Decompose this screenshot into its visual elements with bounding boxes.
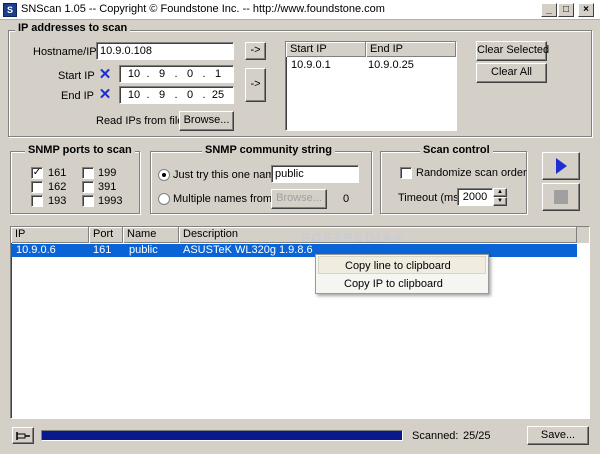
- close-button[interactable]: ×: [578, 3, 594, 17]
- port-162-checkbox[interactable]: [31, 181, 43, 193]
- header-filler: [577, 227, 589, 243]
- community-input[interactable]: public: [271, 165, 359, 183]
- start-ip-label: Start IP: [58, 70, 95, 82]
- end-ip-input[interactable]: 10. 9. 0. 25: [119, 86, 234, 104]
- clear-start-ip-icon[interactable]: ✕: [98, 67, 112, 82]
- browse-ips-button[interactable]: Browse...: [179, 111, 234, 131]
- port-161-label: 161: [48, 167, 67, 179]
- port-1993-checkbox[interactable]: [82, 195, 94, 207]
- watermark: SOFTPEDIA®: [301, 230, 405, 245]
- names-count: 0: [343, 193, 350, 205]
- start-ip-input[interactable]: 10. 9. 0. 1: [119, 65, 234, 83]
- col-start-ip[interactable]: Start IP: [286, 42, 366, 57]
- results-list[interactable]: IP Port Name Description 10.9.0.6 161 pu…: [10, 226, 590, 419]
- port-161-checkbox[interactable]: ✓: [31, 167, 43, 179]
- just-try-radio[interactable]: [158, 169, 170, 181]
- add-hostname-button[interactable]: ->: [245, 42, 266, 60]
- port-199-checkbox[interactable]: [82, 167, 94, 179]
- clear-end-ip-icon[interactable]: ✕: [98, 87, 112, 102]
- scanned-count: 25/25: [463, 430, 491, 442]
- port-193-label: 193: [48, 195, 67, 207]
- snmp-ports-title: SNMP ports to scan: [25, 144, 135, 156]
- pin-icon: [16, 432, 30, 440]
- stop-icon: [554, 190, 568, 204]
- just-try-label: Just try this one name: [173, 169, 281, 181]
- copy-ip-menu-item[interactable]: Copy IP to clipboard: [318, 275, 486, 293]
- stop-scan-button[interactable]: [542, 183, 580, 211]
- scan-control-title: Scan control: [420, 144, 493, 156]
- col-name[interactable]: Name: [123, 227, 179, 243]
- pin-button[interactable]: [12, 427, 34, 444]
- ip-group-title: IP addresses to scan: [15, 22, 131, 34]
- randomize-checkbox[interactable]: [400, 167, 412, 179]
- port-391-label: 391: [98, 181, 117, 193]
- progress-fill: [42, 431, 402, 440]
- table-row[interactable]: 10.9.0.6 161 public ASUSTeK WL320g 1.9.8…: [11, 244, 577, 257]
- port-1993-label: 1993: [98, 195, 123, 207]
- scan-progress-bar: [41, 430, 403, 441]
- port-391-checkbox[interactable]: [82, 181, 94, 193]
- copy-line-menu-item[interactable]: Copy line to clipboard: [318, 256, 486, 274]
- list-item[interactable]: 10.9.0.1 10.9.0.25: [286, 58, 456, 72]
- col-ip[interactable]: IP: [11, 227, 89, 243]
- hostname-input[interactable]: 10.9.0.108: [96, 42, 234, 60]
- hostname-label: Hostname/IP: [33, 46, 97, 58]
- ip-range-list[interactable]: Start IP End IP 10.9.0.1 10.9.0.25: [285, 41, 457, 131]
- context-menu: Copy line to clipboard Copy IP to clipbo…: [315, 254, 489, 294]
- end-ip-label: End IP: [61, 90, 95, 102]
- timeout-label: Timeout (ms): [398, 192, 463, 204]
- start-scan-button[interactable]: [542, 152, 580, 180]
- minimize-button[interactable]: _: [541, 3, 557, 17]
- port-162-label: 162: [48, 181, 67, 193]
- read-ips-label: Read IPs from file: [96, 115, 184, 127]
- results-header: IP Port Name Description: [11, 227, 577, 243]
- timeout-up-icon[interactable]: ▲: [493, 188, 507, 197]
- maximize-button[interactable]: □: [558, 3, 574, 17]
- community-title: SNMP community string: [202, 144, 335, 156]
- title-bar[interactable]: S SNScan 1.05 -- Copyright © Foundstone …: [0, 0, 600, 20]
- scanned-label: Scanned:: [412, 430, 459, 442]
- col-port[interactable]: Port: [89, 227, 123, 243]
- app-icon: S: [3, 3, 17, 17]
- save-button[interactable]: Save...: [527, 426, 589, 445]
- port-199-label: 199: [98, 167, 117, 179]
- add-range-button[interactable]: ->: [245, 68, 266, 102]
- col-end-ip[interactable]: End IP: [366, 42, 456, 57]
- window-title: SNScan 1.05 -- Copyright © Foundstone In…: [21, 3, 385, 15]
- multiple-names-radio[interactable]: [158, 193, 170, 205]
- timeout-input[interactable]: 2000: [457, 188, 493, 206]
- randomize-label: Randomize scan order: [416, 167, 527, 179]
- timeout-down-icon[interactable]: ▼: [493, 197, 507, 206]
- browse-names-button[interactable]: Browse...: [271, 189, 327, 209]
- clear-all-button[interactable]: Clear All: [476, 63, 547, 83]
- range-list-header: Start IP End IP: [286, 42, 456, 57]
- port-193-checkbox[interactable]: [31, 195, 43, 207]
- play-icon: [556, 158, 567, 174]
- clear-selected-button[interactable]: Clear Selected: [476, 41, 549, 61]
